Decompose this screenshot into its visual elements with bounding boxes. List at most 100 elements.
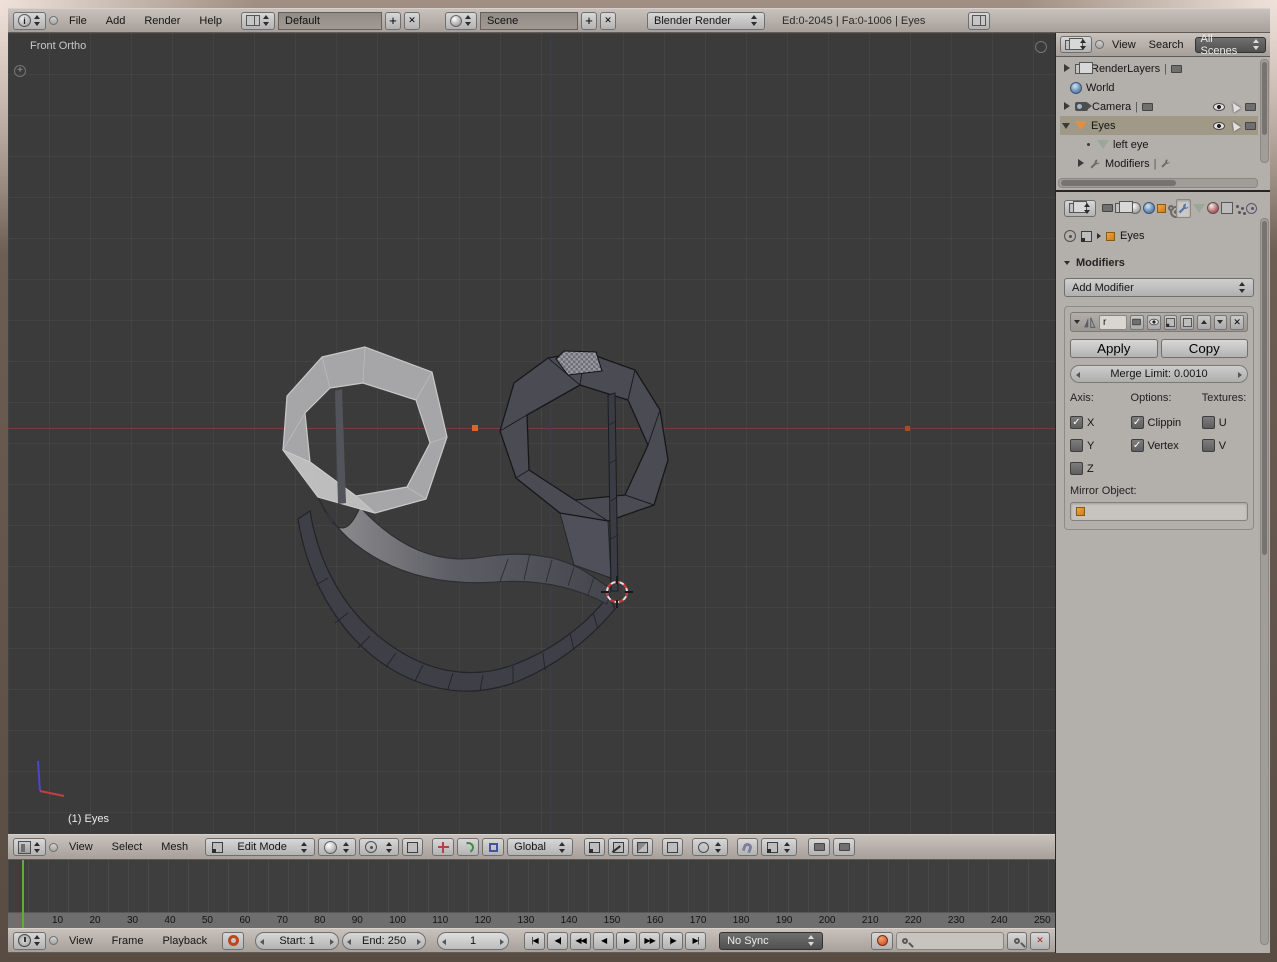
delete-keyframe-button[interactable]: ✕ [1030,932,1050,950]
menu-help[interactable]: Help [191,14,230,28]
expander-icon[interactable] [1062,121,1071,130]
manipulator-translate-button[interactable] [432,838,454,856]
render-opengl-anim-button[interactable] [833,838,855,856]
record-button[interactable] [871,932,893,950]
menu-search[interactable]: Search [1144,38,1189,52]
snap-element-dropdown[interactable] [761,838,797,856]
pivot-align-button[interactable] [402,838,423,856]
manipulator-rotate-button[interactable] [457,838,479,856]
menu-view[interactable]: View [61,840,101,854]
manipulator-scale-button[interactable] [482,838,504,856]
current-frame-indicator[interactable] [22,860,24,928]
current-frame-field[interactable]: 1 [437,932,509,950]
clipping-checkbox[interactable]: ✓ Clippin [1131,412,1202,433]
modifier-move-down-button[interactable] [1214,315,1228,330]
tab-modifiers[interactable] [1176,199,1191,218]
outliner-row-camera[interactable]: Camera | [1060,97,1258,116]
orientation-dropdown[interactable]: Global [507,838,573,856]
region-split-plus-icon[interactable]: + [14,65,26,77]
menu-view[interactable]: View [61,934,101,948]
modifier-delete-button[interactable]: ✕ [1230,315,1244,330]
add-modifier-dropdown[interactable]: Add Modifier [1064,278,1254,297]
editor-type-button[interactable] [1060,36,1092,53]
outliner-scope-dropdown[interactable]: All Scenes [1195,37,1266,53]
shading-dropdown[interactable] [318,838,356,856]
menu-file[interactable]: File [61,14,95,28]
expander-icon[interactable] [1062,102,1071,111]
merge-limit-slider[interactable]: Merge Limit: 0.0010 [1070,365,1248,383]
proportional-edit-dropdown[interactable] [692,838,728,856]
window-duplicate-button[interactable] [968,12,990,30]
outliner-horizontal-scrollbar[interactable] [1058,178,1258,188]
menu-add[interactable]: Add [98,14,134,28]
insert-keyframe-button[interactable] [1007,932,1027,950]
tab-constraints[interactable] [1168,199,1174,218]
menu-playback[interactable]: Playback [154,934,215,948]
scene-add-button[interactable]: + [581,12,597,30]
renderability-icon[interactable] [1245,122,1256,130]
modifiers-panel-header[interactable]: Modifiers [1064,254,1254,272]
texture-v-checkbox[interactable]: V [1202,435,1248,456]
playback-play-reverse-button[interactable]: ◀◀ [570,932,591,950]
mirror-object-field[interactable] [1070,502,1248,521]
menu-collapse-icon[interactable] [49,843,58,852]
editor-type-button[interactable] [1064,200,1096,217]
viewport-3d[interactable]: Front Ortho (1) Eyes + [8,33,1055,834]
editor-type-button[interactable] [13,932,46,950]
selectability-icon[interactable] [1229,101,1241,113]
menu-mesh[interactable]: Mesh [153,840,196,854]
outliner-vertical-scrollbar[interactable] [1260,59,1269,163]
copy-button[interactable]: Copy [1161,339,1249,358]
keying-set-field[interactable] [896,932,1004,950]
pivot-dropdown[interactable] [359,838,399,856]
modifier-render-toggle[interactable] [1130,315,1144,330]
tab-texture[interactable] [1221,199,1233,218]
outliner-row-left-eye[interactable]: left eye [1060,135,1258,154]
tab-render-layers[interactable] [1115,199,1127,218]
visibility-icon[interactable] [1213,103,1225,111]
playback-prev-keyframe-button[interactable]: ◀| [547,932,568,950]
modifier-name-field[interactable]: r [1099,315,1127,330]
scrollbar-thumb[interactable] [1262,62,1267,135]
editor-type-button[interactable] [13,838,46,856]
select-mode-face-button[interactable] [632,838,653,856]
menu-collapse-icon[interactable] [49,936,58,945]
selectability-icon[interactable] [1229,120,1241,132]
axis-x-checkbox[interactable]: ✓ X [1070,412,1131,433]
tab-material[interactable] [1207,199,1219,218]
menu-collapse-icon[interactable] [1095,40,1104,49]
modifier-collapse-icon[interactable] [1074,320,1080,324]
playback-jump-end-button[interactable]: ▶| [685,932,706,950]
scrollbar-thumb[interactable] [1262,221,1267,555]
region-corner-widget-icon[interactable] [1035,41,1047,53]
scene-delete-button[interactable]: ✕ [600,12,616,30]
modifier-visibility-toggle[interactable] [1147,315,1161,330]
tab-render[interactable] [1102,199,1113,218]
outliner-row-world[interactable]: World [1060,78,1258,97]
snap-toggle-button[interactable] [737,838,758,856]
expander-icon[interactable] [1062,64,1071,73]
tab-object-data[interactable] [1193,199,1205,218]
tab-object[interactable] [1157,199,1166,218]
outliner-row-modifiers[interactable]: Modifiers | [1060,154,1258,173]
apply-button[interactable]: Apply [1070,339,1158,358]
select-mode-edge-button[interactable] [608,838,629,856]
playback-jump-start-button[interactable]: |◀ [524,932,545,950]
render-engine-dropdown[interactable]: Blender Render [647,12,765,30]
outliner-row-eyes[interactable]: Eyes [1060,116,1258,135]
screen-delete-button[interactable]: ✕ [404,12,420,30]
screen-add-button[interactable]: + [385,12,401,30]
tab-world[interactable] [1143,199,1155,218]
timeline-ruler[interactable]: 10 20 30 40 50 60 70 80 90 100 110 120 1… [8,860,1055,928]
expander-icon[interactable] [1076,159,1085,168]
menu-collapse-icon[interactable] [49,16,58,25]
properties-vertical-scrollbar[interactable] [1260,218,1269,945]
mode-dropdown[interactable]: Edit Mode [205,838,315,856]
sync-dropdown[interactable]: No Sync [719,932,823,950]
scene-browse-button[interactable] [445,12,477,30]
render-opengl-button[interactable] [808,838,830,856]
visibility-icon[interactable] [1213,122,1225,130]
modifier-editmode-toggle[interactable] [1164,315,1178,330]
outliner-row-renderlayers[interactable]: RenderLayers | [1060,59,1258,78]
vertex-groups-checkbox[interactable]: ✓ Vertex [1131,435,1202,456]
